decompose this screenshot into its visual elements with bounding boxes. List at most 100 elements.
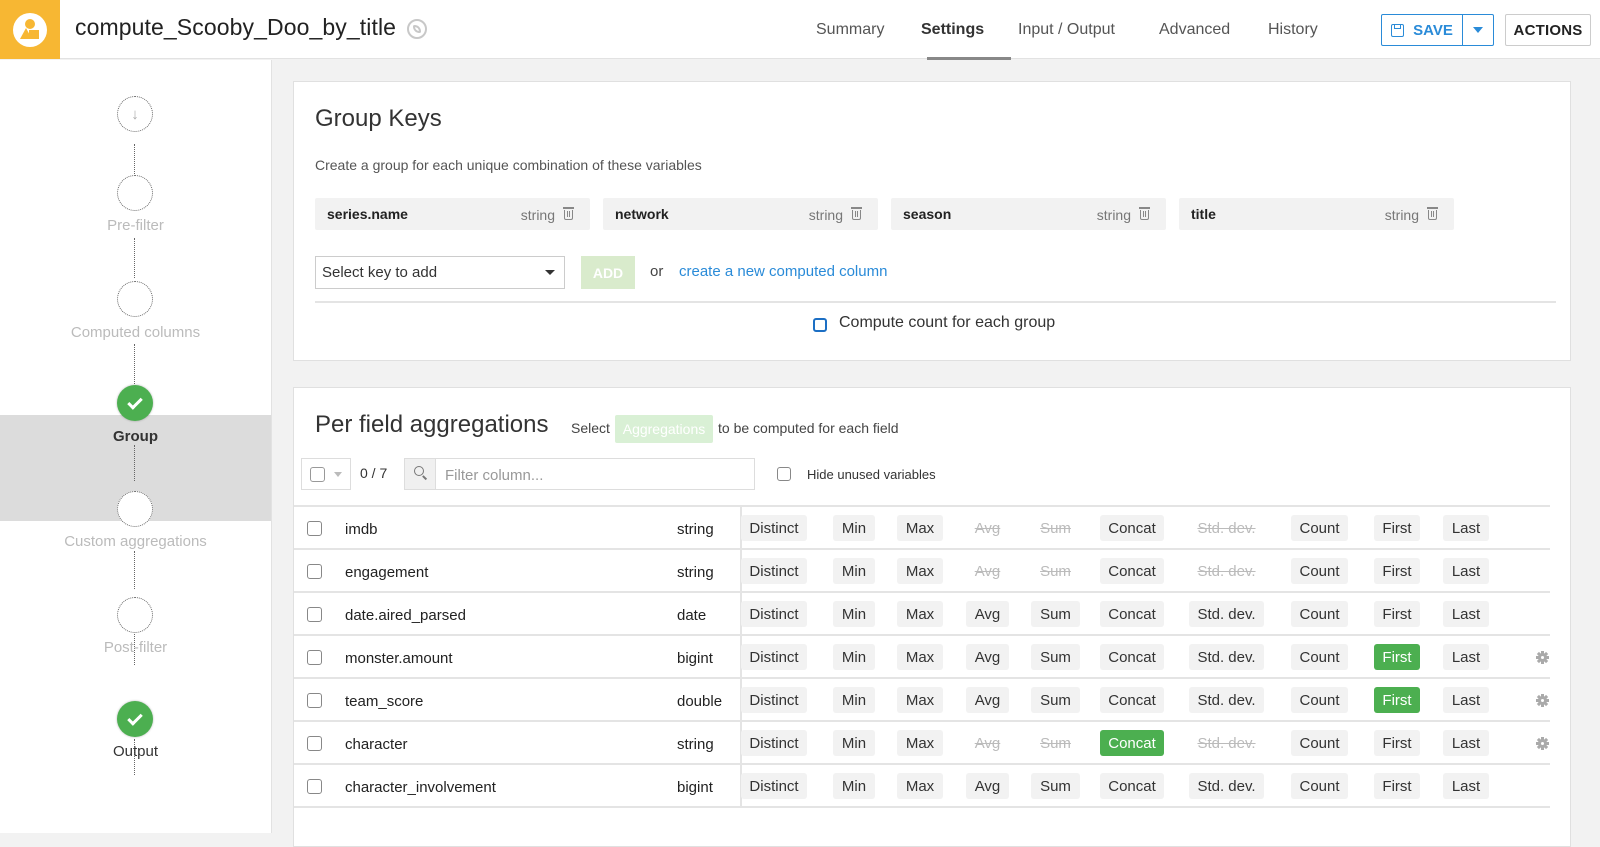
agg-distinct-button[interactable]: Distinct [741,730,807,756]
agg-first-button[interactable]: First [1374,558,1420,584]
agg-min-button[interactable]: Min [833,558,875,584]
tab-settings[interactable]: Settings [921,21,984,39]
step-label-post-filter[interactable]: Post-filter [0,639,271,656]
agg-distinct-button[interactable]: Distinct [741,773,807,799]
agg-last-button[interactable]: Last [1443,601,1489,627]
actions-button[interactable]: ACTIONS [1505,14,1591,46]
trash-icon[interactable] [851,207,862,220]
compute-count-label[interactable]: Compute count for each group [839,314,1055,332]
agg-last-button[interactable]: Last [1443,558,1489,584]
agg-distinct-button[interactable]: Distinct [741,601,807,627]
hide-unused-label[interactable]: Hide unused variables [807,467,936,482]
agg-concat-button[interactable]: Concat [1100,730,1164,756]
step-input[interactable]: ↓ [117,96,153,132]
agg-std-dev-button[interactable]: Std. dev. [1189,687,1264,713]
agg-first-button[interactable]: First [1374,601,1420,627]
agg-first-button[interactable]: First [1374,730,1420,756]
gear-icon[interactable] [1536,737,1549,750]
hide-unused-checkbox[interactable] [777,467,791,481]
agg-min-button[interactable]: Min [833,601,875,627]
gear-icon[interactable] [1536,651,1549,664]
step-label-pre-filter[interactable]: Pre-filter [0,217,271,234]
step-computed-columns[interactable] [117,281,153,317]
trash-icon[interactable] [1427,207,1438,220]
agg-count-button[interactable]: Count [1291,601,1348,627]
step-post-filter[interactable] [117,597,153,633]
agg-last-button[interactable]: Last [1443,687,1489,713]
trash-icon[interactable] [1139,207,1150,220]
agg-max-button[interactable]: Max [897,687,943,713]
agg-last-button[interactable]: Last [1443,730,1489,756]
tab-history[interactable]: History [1268,21,1318,39]
agg-last-button[interactable]: Last [1443,644,1489,670]
step-pre-filter[interactable] [117,175,153,211]
agg-distinct-button[interactable]: Distinct [741,515,807,541]
add-key-button[interactable]: ADD [581,256,635,289]
step-output[interactable] [117,701,153,737]
save-button[interactable]: SAVE [1382,15,1463,45]
agg-concat-button[interactable]: Concat [1100,644,1164,670]
agg-std-dev-button[interactable]: Std. dev. [1189,773,1264,799]
recipe-logo[interactable] [0,0,60,59]
step-label-custom-aggregations[interactable]: Custom aggregations [0,533,271,550]
agg-std-dev-button[interactable]: Std. dev. [1189,601,1264,627]
row-checkbox[interactable] [307,736,322,751]
agg-last-button[interactable]: Last [1443,773,1489,799]
agg-max-button[interactable]: Max [897,644,943,670]
row-checkbox[interactable] [307,521,322,536]
agg-count-button[interactable]: Count [1291,773,1348,799]
agg-sum-button[interactable]: Sum [1031,687,1080,713]
tab-input-output[interactable]: Input / Output [1018,21,1115,39]
create-computed-column-link[interactable]: create a new computed column [679,263,887,280]
agg-concat-button[interactable]: Concat [1100,558,1164,584]
recipe-title[interactable]: compute_Scooby_Doo_by_title [75,14,396,41]
agg-concat-button[interactable]: Concat [1100,687,1164,713]
step-label-computed-columns[interactable]: Computed columns [0,324,271,341]
select-key-dropdown[interactable]: Select key to add [315,256,565,289]
agg-max-button[interactable]: Max [897,773,943,799]
save-dropdown-button[interactable] [1463,15,1493,45]
agg-count-button[interactable]: Count [1291,558,1348,584]
agg-max-button[interactable]: Max [897,730,943,756]
trash-icon[interactable] [563,207,574,220]
agg-sum-button[interactable]: Sum [1031,601,1080,627]
agg-concat-button[interactable]: Concat [1100,773,1164,799]
agg-concat-button[interactable]: Concat [1100,515,1164,541]
agg-max-button[interactable]: Max [897,601,943,627]
agg-count-button[interactable]: Count [1291,644,1348,670]
agg-distinct-button[interactable]: Distinct [741,558,807,584]
row-checkbox[interactable] [307,693,322,708]
agg-max-button[interactable]: Max [897,515,943,541]
tab-summary[interactable]: Summary [816,21,884,39]
tab-advanced[interactable]: Advanced [1159,21,1230,39]
filter-column-input[interactable] [445,465,745,485]
agg-avg-button[interactable]: Avg [966,644,1009,670]
compass-icon[interactable] [407,19,427,39]
agg-last-button[interactable]: Last [1443,515,1489,541]
agg-first-button[interactable]: First [1374,644,1420,670]
select-all-dropdown[interactable] [301,458,351,490]
agg-avg-button[interactable]: Avg [966,773,1009,799]
gear-icon[interactable] [1536,694,1549,707]
agg-min-button[interactable]: Min [833,644,875,670]
agg-max-button[interactable]: Max [897,558,943,584]
agg-first-button[interactable]: First [1374,687,1420,713]
agg-min-button[interactable]: Min [833,773,875,799]
agg-concat-button[interactable]: Concat [1100,601,1164,627]
row-checkbox[interactable] [307,779,322,794]
agg-sum-button[interactable]: Sum [1031,773,1080,799]
agg-min-button[interactable]: Min [833,687,875,713]
step-label-group[interactable]: Group [0,428,271,445]
row-checkbox[interactable] [307,564,322,579]
step-label-output[interactable]: Output [0,743,271,760]
agg-std-dev-button[interactable]: Std. dev. [1189,644,1264,670]
agg-sum-button[interactable]: Sum [1031,644,1080,670]
step-custom-aggregations[interactable] [117,491,153,527]
agg-avg-button[interactable]: Avg [966,601,1009,627]
step-group[interactable] [117,385,153,421]
agg-count-button[interactable]: Count [1291,515,1348,541]
row-checkbox[interactable] [307,607,322,622]
compute-count-checkbox[interactable] [813,318,827,332]
agg-distinct-button[interactable]: Distinct [741,687,807,713]
select-all-checkbox[interactable] [310,467,325,482]
